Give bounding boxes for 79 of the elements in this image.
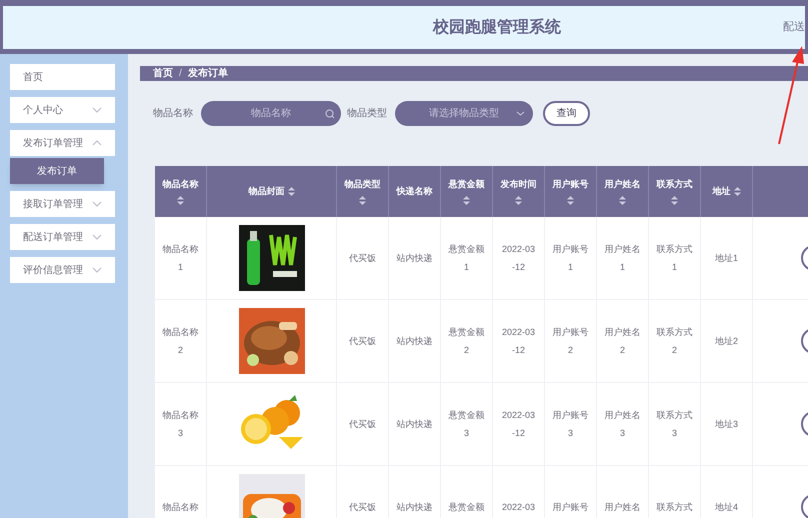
sidebar-item[interactable]: 评价信息管理 xyxy=(10,257,115,283)
sidebar-item[interactable]: 个人中心 xyxy=(10,97,115,123)
field-label: 物品类型 xyxy=(347,106,387,121)
table-cell-text: 物品名称 2 xyxy=(162,326,198,357)
breadcrumb-separator: / xyxy=(179,67,182,81)
breadcrumb-item[interactable]: 发布订单 xyxy=(188,66,228,81)
name-search-field[interactable]: 物品名称 xyxy=(201,101,341,126)
table-cell-text: 2022-03 xyxy=(502,501,536,514)
field-label: 物品名称 xyxy=(153,107,193,121)
sidebar-item[interactable]: 首页 xyxy=(10,64,115,90)
sort-icon[interactable] xyxy=(671,196,678,205)
column-header[interactable]: 地址 xyxy=(701,166,753,217)
table-cell-text: 代买饭 xyxy=(349,335,376,348)
table-cell-text: 2022-03 -12 xyxy=(502,326,536,357)
table-cell-text: 用户账号 1 xyxy=(552,243,588,274)
table-cell-text: 悬赏金额 2 xyxy=(448,326,484,357)
sort-icon[interactable] xyxy=(177,196,184,205)
query-button[interactable]: 查询 xyxy=(543,101,590,126)
type-select[interactable]: 请选择物品类型 xyxy=(395,101,533,126)
table-cell-text: 悬赏金额 xyxy=(448,501,484,514)
table-cell-text: 代买饭 xyxy=(349,501,376,514)
table-cell-text: 用户账号 3 xyxy=(552,409,588,440)
table-cell-text: 联系方式 1 xyxy=(656,243,692,274)
breadcrumb-item[interactable]: 首页 xyxy=(153,66,173,81)
table-cell-text: 用户账号 2 xyxy=(552,326,588,357)
table-cell-text: 物品名称 1 xyxy=(162,243,198,274)
column-header[interactable]: 用户姓名 xyxy=(597,166,649,217)
table-cell-text: 悬赏金额 3 xyxy=(448,409,484,440)
column-header[interactable]: 快递名称 xyxy=(389,166,441,217)
sidebar-item[interactable]: 接取订单管理 xyxy=(10,191,115,217)
column-header[interactable]: 物品名称 xyxy=(155,166,207,217)
table-cell-text: 2022-03 -12 xyxy=(502,409,536,440)
table-cell-text: 地址1 xyxy=(714,252,738,265)
sort-icon[interactable] xyxy=(619,196,626,205)
table-cell-text: 联系方式 2 xyxy=(656,326,692,357)
sort-icon[interactable] xyxy=(288,187,294,196)
table-cell-text: 用户姓名 2 xyxy=(604,326,640,357)
sidebar-item[interactable]: 配送订单管理 xyxy=(10,224,115,250)
table-cell-text: 站内快递 xyxy=(396,335,432,348)
sidebar-item[interactable]: 发布订单管理 xyxy=(10,130,115,156)
table-cell-text: 地址3 xyxy=(714,418,738,431)
table-cell-text: 代买饭 xyxy=(349,418,376,431)
column-header[interactable]: 悬赏金额 xyxy=(441,166,493,217)
sort-icon[interactable] xyxy=(515,196,522,205)
table-cell-text: 用户姓名 3 xyxy=(604,409,640,440)
chevron-icon xyxy=(92,234,102,240)
table-cell-text: 2022-03 -12 xyxy=(502,243,536,274)
sort-icon[interactable] xyxy=(734,187,740,196)
table-cell-text: 物品名称 xyxy=(162,501,198,514)
column-header[interactable]: 发布时间 xyxy=(493,166,545,217)
sort-icon[interactable] xyxy=(359,196,366,205)
table-cell-text: 悬赏金额 1 xyxy=(448,243,484,274)
chevron-icon xyxy=(92,107,102,113)
table-cell-text: 站内快递 xyxy=(396,418,432,431)
table-cell-text: 联系方式 3 xyxy=(656,409,692,440)
column-header[interactable]: 物品类型 xyxy=(337,166,389,217)
user-role[interactable]: 配送 xyxy=(783,19,805,36)
column-header[interactable]: 物品封面 xyxy=(207,166,337,217)
table-cell-text: 站内快递 xyxy=(396,252,432,265)
app-title: 校园跑腿管理系统 xyxy=(433,17,561,38)
column-header[interactable]: 用户账号 xyxy=(545,166,597,217)
table-cell-text: 用户姓名 1 xyxy=(604,243,640,274)
sort-icon[interactable] xyxy=(567,196,574,205)
chevron-icon xyxy=(92,267,102,273)
table-cell-text: 站内快递 xyxy=(396,501,432,514)
column-header[interactable]: 联系方式 xyxy=(649,166,701,217)
table-cell-text: 地址4 xyxy=(714,501,738,514)
table-cell-text: 物品名称 3 xyxy=(162,409,198,440)
chevron-icon xyxy=(92,201,102,207)
table-cell-text: 联系方式 xyxy=(656,501,692,514)
chevron-icon xyxy=(516,111,525,116)
table-cell-text: 代买饭 xyxy=(349,252,376,265)
table-cell-text: 用户账号 xyxy=(552,501,588,514)
table-cell-text: 用户姓名 xyxy=(604,501,640,514)
search-icon xyxy=(325,108,335,118)
chevron-icon xyxy=(92,140,102,146)
sort-icon[interactable] xyxy=(463,196,470,205)
sidebar-subitem[interactable]: 发布订单 xyxy=(10,158,104,184)
table-cell-text: 地址2 xyxy=(714,335,738,348)
